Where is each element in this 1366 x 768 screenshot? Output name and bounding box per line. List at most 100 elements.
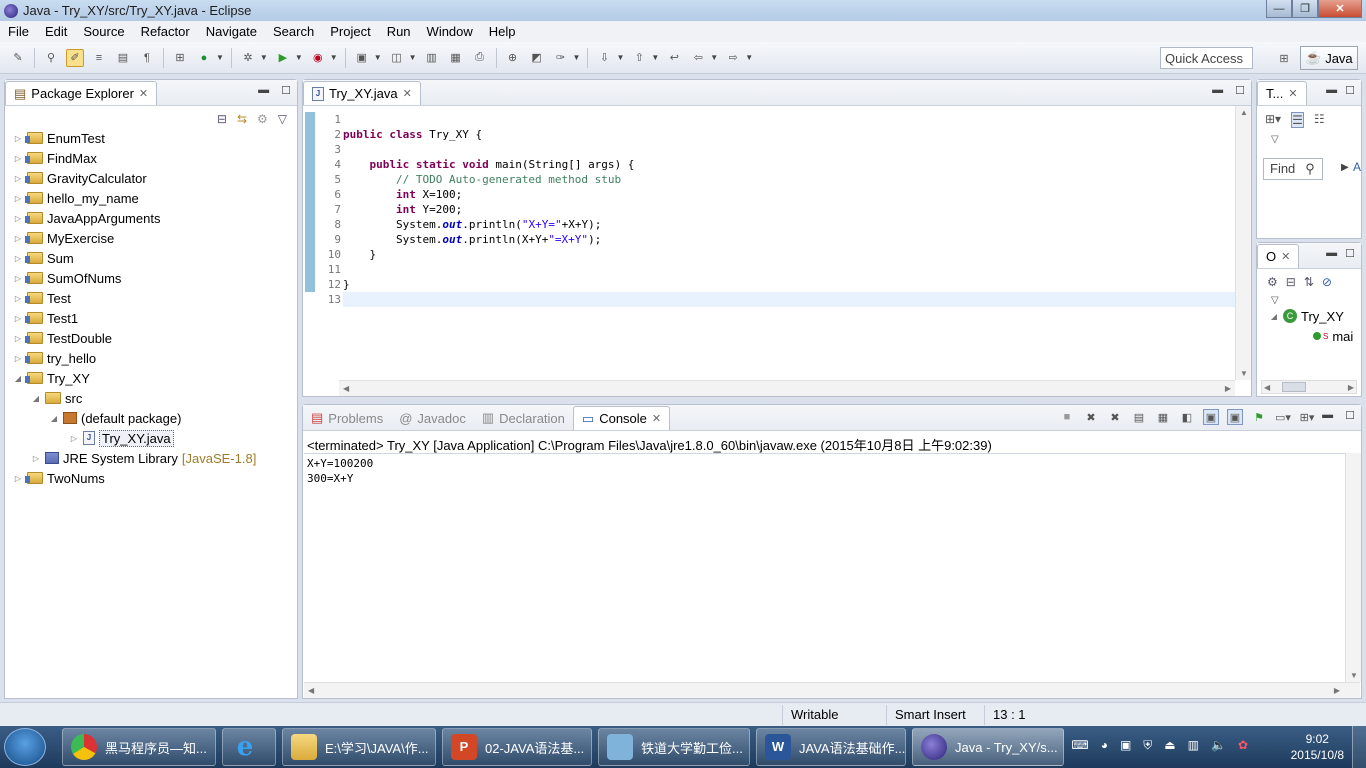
scroll-right-icon[interactable]: ▶	[1225, 384, 1231, 393]
expand-icon[interactable]: ▷	[13, 174, 23, 183]
taskbar-chrome[interactable]: 黑马程序员—知...	[62, 728, 216, 766]
find-input[interactable]: Find ⚲	[1263, 158, 1323, 180]
filter-icon[interactable]: ⚙	[257, 112, 268, 126]
tab-try-xy-java[interactable]: J Try_XY.java ✕	[303, 81, 421, 105]
start-button[interactable]	[4, 728, 46, 766]
scroll-right-icon[interactable]: ▶	[1348, 383, 1354, 392]
code-line[interactable]: System.out.println(X+Y+"=X+Y");	[343, 232, 1217, 247]
minimize-view-icon[interactable]: ▬	[1212, 84, 1223, 97]
tree-item[interactable]: ▷ try_hello	[13, 348, 293, 368]
scroll-thumb[interactable]	[1282, 382, 1306, 392]
scroll-lock-icon[interactable]: ▦	[1155, 409, 1171, 425]
maximize-view-icon[interactable]: ☐	[1235, 84, 1245, 97]
show-stderr-icon[interactable]: ▣	[1227, 409, 1243, 425]
pin-icon[interactable]: ✎	[9, 49, 27, 67]
ime-icon[interactable]: ✿	[1238, 738, 1248, 753]
view-menu-icon[interactable]: ▽	[1257, 295, 1361, 306]
show-desktop-button[interactable]	[1352, 726, 1366, 768]
filter-icon[interactable]: ⚙	[1267, 275, 1278, 289]
new-wizard-icon[interactable]: ◫	[388, 49, 406, 67]
tab-console[interactable]: ▭ Console ✕	[572, 406, 671, 430]
menu-navigate[interactable]: Navigate	[198, 24, 265, 39]
terminate-icon[interactable]: ■	[1059, 409, 1075, 425]
tab-declaration[interactable]: ▥ Declaration	[474, 406, 573, 430]
code-line[interactable]	[343, 292, 1251, 307]
close-tab-icon[interactable]: ✕	[139, 87, 148, 100]
tree-item[interactable]: ▷ hello_my_name	[13, 188, 293, 208]
minimize-view-icon[interactable]: ▬	[1326, 247, 1337, 260]
tree-item-default-package[interactable]: ◢ (default package)	[13, 408, 293, 428]
taskbar-browser[interactable]: 铁道大学勤工俭...	[598, 728, 750, 766]
quick-access-input[interactable]: Quick Access	[1160, 47, 1253, 69]
maximize-view-icon[interactable]: ☐	[281, 84, 291, 97]
collapse-icon[interactable]: ◢	[31, 394, 41, 403]
expand-icon[interactable]: ▷	[13, 134, 23, 143]
taskbar-word[interactable]: W JAVA语法基础作...	[756, 728, 906, 766]
code-line[interactable]: public static void main(String[] args) {	[343, 157, 1217, 172]
save-all-icon[interactable]: ▦	[447, 49, 465, 67]
scroll-up-icon[interactable]: ▲	[1240, 108, 1248, 117]
vertical-scrollbar[interactable]: ▲ ▼	[1235, 106, 1251, 380]
open-folder-icon[interactable]: ◩	[528, 49, 546, 67]
security-icon[interactable]: ⛨	[1143, 738, 1152, 753]
expand-icon[interactable]: ▷	[13, 474, 23, 483]
usb-icon[interactable]: ⏏	[1164, 738, 1175, 753]
tab-task-list[interactable]: T... ✕	[1257, 81, 1307, 105]
open-perspective-icon[interactable]: ⊞	[1275, 49, 1293, 67]
open-console-icon[interactable]: ⊞▾	[1299, 409, 1315, 425]
horizontal-scrollbar[interactable]: ◀ ▶	[1261, 380, 1357, 394]
code-line[interactable]	[343, 142, 1217, 157]
scroll-left-icon[interactable]: ◀	[343, 384, 349, 393]
close-tab-icon[interactable]: ✕	[1281, 250, 1290, 263]
categorize-icon[interactable]: ☰	[1291, 112, 1304, 128]
tree-item[interactable]: ▷ TwoNums	[13, 468, 293, 488]
external-tools-icon[interactable]: ◉	[309, 49, 327, 67]
code-line[interactable]: int Y=200;	[343, 202, 1217, 217]
next-annotation-icon[interactable]: ⇩	[595, 49, 613, 67]
new-java-package-icon[interactable]: ⊞	[171, 49, 189, 67]
expand-icon[interactable]: ▷	[13, 314, 23, 323]
volume-icon[interactable]: 🔈	[1211, 738, 1226, 753]
view-menu-icon[interactable]: ▽	[1257, 134, 1361, 145]
taskbar-eclipse[interactable]: Java - Try_XY/s...	[912, 728, 1064, 766]
code-line[interactable]	[343, 262, 1217, 277]
search-icon[interactable]: ✑	[552, 49, 570, 67]
maximize-view-icon[interactable]: ☐	[1345, 247, 1355, 260]
menu-help[interactable]: Help	[481, 24, 524, 39]
show-whitespace-icon[interactable]: ▤	[114, 49, 132, 67]
clear-console-icon[interactable]: ▤	[1131, 409, 1147, 425]
maximize-view-icon[interactable]: ☐	[1345, 84, 1355, 97]
last-edit-location-icon[interactable]: ↩	[665, 49, 683, 67]
link-with-editor-icon[interactable]: ⇆	[237, 112, 247, 126]
action-center-icon[interactable]: ▣	[1120, 738, 1131, 753]
tree-item[interactable]: ▷ Sum	[13, 248, 293, 268]
forward-icon[interactable]: ⇨	[724, 49, 742, 67]
taskbar-ie[interactable]: e	[222, 728, 276, 766]
show-stdout-icon[interactable]: ▣	[1203, 409, 1219, 425]
save-icon[interactable]: ▥	[423, 49, 441, 67]
tab-problems[interactable]: ▤ Problems	[303, 406, 391, 430]
expand-icon[interactable]: ▷	[13, 194, 23, 203]
vertical-scrollbar[interactable]: ▼	[1345, 453, 1361, 682]
debug-icon[interactable]: ✲	[239, 49, 257, 67]
previous-annotation-icon[interactable]: ⇧	[630, 49, 648, 67]
scroll-down-icon[interactable]: ▼	[1240, 369, 1248, 378]
code-line[interactable]: int X=100;	[343, 187, 1217, 202]
minimize-view-icon[interactable]: ▬	[258, 84, 269, 97]
scroll-left-icon[interactable]: ◀	[308, 686, 314, 695]
pin-console-icon[interactable]: ⚑	[1251, 409, 1267, 425]
collapse-all-icon[interactable]: ⊟	[1286, 275, 1296, 289]
scroll-right-icon[interactable]: ▶	[1334, 686, 1340, 695]
outline-method-item[interactable]: S mai	[1257, 326, 1361, 346]
minimize-button[interactable]: —	[1266, 0, 1292, 18]
scroll-left-icon[interactable]: ◀	[1264, 383, 1270, 392]
expand-icon[interactable]: ▷	[69, 434, 79, 443]
keyboard-icon[interactable]: ⌨	[1071, 738, 1088, 753]
filter-icon[interactable]: ☷	[1314, 112, 1325, 128]
taskbar-powerpoint[interactable]: P 02-JAVA语法基...	[442, 728, 592, 766]
toggle-breadcrumb-icon[interactable]: ⚲	[42, 49, 60, 67]
view-menu-icon[interactable]: ▽	[278, 112, 287, 126]
tree-item[interactable]: ▷ FindMax	[13, 148, 293, 168]
expand-icon[interactable]: ▷	[13, 254, 23, 263]
close-tab-icon[interactable]: ✕	[652, 412, 661, 425]
